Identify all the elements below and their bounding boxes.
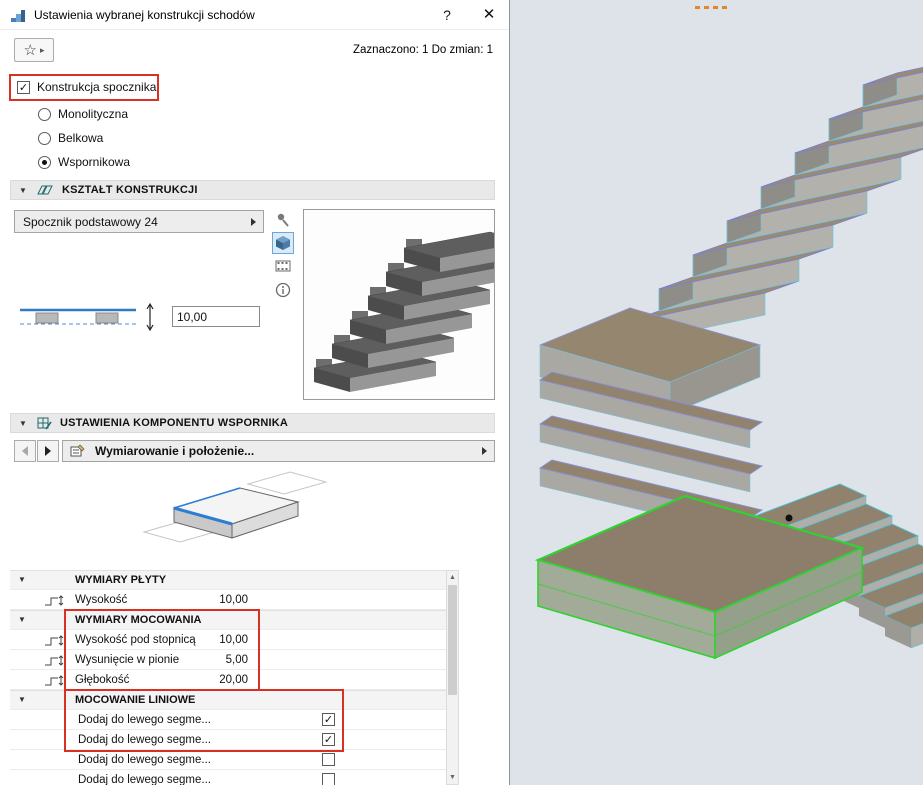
group-title: WYMIARY PŁYTY (75, 574, 167, 586)
next-component-button[interactable] (37, 440, 59, 462)
film-icon (275, 260, 291, 272)
row-label: Dodaj do lewego segme... (78, 773, 211, 785)
table-row[interactable]: Głębokość 20,00 (10, 670, 446, 690)
help-button[interactable]: ? (434, 4, 460, 26)
section-component-title: USTAWIENIA KOMPONENTU WSPORNIKA (60, 417, 289, 429)
table-row[interactable]: Dodaj do lewego segme... ✓ (10, 730, 446, 750)
collapse-triangle-icon[interactable]: ▼ (19, 419, 31, 428)
scrollbar-thumb[interactable] (448, 585, 457, 695)
table-row[interactable]: Wysokość 10,00 (10, 590, 446, 610)
plan-preview-button[interactable] (272, 209, 294, 231)
section-component-header[interactable]: ▼ USTAWIENIA KOMPONENTU WSPORNIKA (10, 413, 495, 433)
row-checkbox[interactable] (322, 773, 335, 785)
selection-status: Zaznaczono: 1 Do zmian: 1 (353, 44, 493, 56)
3d-viewport[interactable] (510, 0, 923, 785)
thickness-input[interactable] (172, 306, 260, 327)
viewport-marker-dashes (695, 6, 731, 9)
group-title: MOCOWANIE LINIOWE (75, 694, 196, 706)
table-group-row[interactable]: ▼ WYMIARY MOCOWANIA (10, 610, 446, 630)
dialog-titlebar[interactable]: Ustawienia wybranej konstrukcji schodów … (0, 0, 509, 30)
table-scrollbar[interactable]: ▲ ▼ (446, 570, 459, 785)
radio-label: Monolityczna (58, 107, 129, 121)
radio-dot[interactable] (38, 155, 51, 169)
section-shape-header[interactable]: ▼ KSZTAŁT KONSTRUKCJI (10, 180, 495, 200)
row-label: Dodaj do lewego segme... (78, 753, 211, 766)
landing-preset-value: Spocznik podstawowy 24 (23, 214, 158, 229)
stair-settings-dialog: Ustawienia wybranej konstrukcji schodów … (0, 0, 527, 785)
3d-preview-button[interactable] (272, 232, 294, 254)
upper-flight[interactable] (624, 43, 923, 346)
row-value[interactable]: 5,00 (166, 650, 248, 670)
radio-label: Belkowa (58, 131, 104, 145)
scroll-up-button[interactable]: ▲ (447, 571, 458, 584)
dialog-stair-icon (11, 9, 25, 22)
prev-component-button[interactable] (14, 440, 36, 462)
star-icon: ☆ (23, 41, 37, 59)
landing-structure-checkbox[interactable]: ✓ (17, 80, 30, 94)
application-window: Ustawienia wybranej konstrukcji schodów … (0, 0, 923, 785)
arrow-left-icon (22, 446, 28, 456)
row-label: Dodaj do lewego segme... (78, 713, 211, 726)
row-value[interactable]: 10,00 (166, 590, 248, 610)
construction-preview (303, 209, 527, 400)
favorites-menu-arrow-icon: ▸ (39, 44, 45, 55)
component-diagram (142, 471, 328, 543)
preview-steps-image (313, 231, 527, 392)
radio-belkowa[interactable]: Belkowa (38, 131, 103, 145)
properties-table: ▼ WYMIARY PŁYTY Wysokość 10,00 ▼ WYMIARY MOCO… (10, 570, 446, 785)
section-preview-button[interactable] (272, 255, 294, 277)
radio-label: Wspornikowa (58, 155, 131, 169)
radio-dot[interactable] (38, 131, 51, 145)
cube-icon (276, 236, 290, 250)
row-label: Wysokość (75, 593, 128, 606)
collapse-triangle-icon[interactable]: ▼ (18, 690, 26, 710)
close-button[interactable]: ✕ (476, 4, 502, 26)
section-shape-title: KSZTAŁT KONSTRUKCJI (62, 184, 198, 196)
row-label: Dodaj do lewego segme... (78, 733, 211, 746)
scroll-down-button[interactable]: ▼ (447, 771, 458, 784)
table-group-row[interactable]: ▼ WYMIARY PŁYTY (10, 570, 446, 590)
collapse-triangle-icon[interactable]: ▼ (18, 570, 26, 590)
table-group-row[interactable]: ▼ MOCOWANIE LINIOWE (10, 690, 446, 710)
table-row[interactable]: Dodaj do lewego segme... (10, 750, 446, 770)
dimension-page-icon (70, 444, 85, 457)
component-page-label: Wymiarowanie i położenie... (95, 444, 255, 458)
shape-section-icon (37, 185, 53, 195)
radio-wspornikowa[interactable]: Wspornikowa (38, 155, 130, 169)
check-icon: ✓ (18, 81, 29, 94)
row-checkbox[interactable] (322, 753, 335, 766)
table-row[interactable]: Wysunięcie w pionie 5,00 (10, 650, 446, 670)
table-row[interactable]: Wysokość pod stopnicą 10,00 (10, 630, 446, 650)
row-value[interactable]: 10,00 (166, 630, 248, 650)
group-title: WYMIARY MOCOWANIA (75, 614, 202, 626)
collapse-triangle-icon[interactable]: ▼ (19, 186, 31, 195)
landing-structure-checkbox-row[interactable]: ✓ Konstrukcja spocznika (17, 80, 156, 94)
stairs-3d-model[interactable] (510, 0, 923, 785)
dropdown-arrow-icon (251, 217, 256, 226)
pushpin-icon (277, 213, 289, 227)
table-row[interactable]: Dodaj do lewego segme... (10, 770, 446, 785)
landing-structure-label: Konstrukcja spocznika (37, 80, 157, 94)
row-value[interactable]: 20,00 (166, 670, 248, 690)
thickness-schematic (20, 302, 154, 332)
row-label: Głębokość (75, 673, 130, 686)
table-row[interactable]: Dodaj do lewego segme... ✓ (10, 710, 446, 730)
info-icon (275, 282, 291, 298)
info-preview-button[interactable] (272, 279, 294, 301)
arrow-right-icon (45, 446, 51, 456)
row-checkbox[interactable]: ✓ (322, 713, 335, 726)
row-checkbox[interactable]: ✓ (322, 733, 335, 746)
collapse-triangle-icon[interactable]: ▼ (18, 610, 26, 630)
radio-dot[interactable] (38, 107, 51, 121)
dropdown-arrow-icon (482, 447, 487, 455)
component-section-icon (37, 417, 52, 429)
favorites-button[interactable]: ☆ ▸ (14, 38, 54, 62)
edit-node-dot[interactable] (785, 514, 793, 522)
row-label: Wysunięcie w pionie (75, 653, 180, 666)
radio-monolityczna[interactable]: Monolityczna (38, 107, 128, 121)
landing-preset-dropdown[interactable]: Spocznik podstawowy 24 (14, 210, 264, 233)
component-page-dropdown[interactable]: Wymiarowanie i położenie... (62, 440, 495, 462)
dialog-title: Ustawienia wybranej konstrukcji schodów (34, 7, 255, 22)
